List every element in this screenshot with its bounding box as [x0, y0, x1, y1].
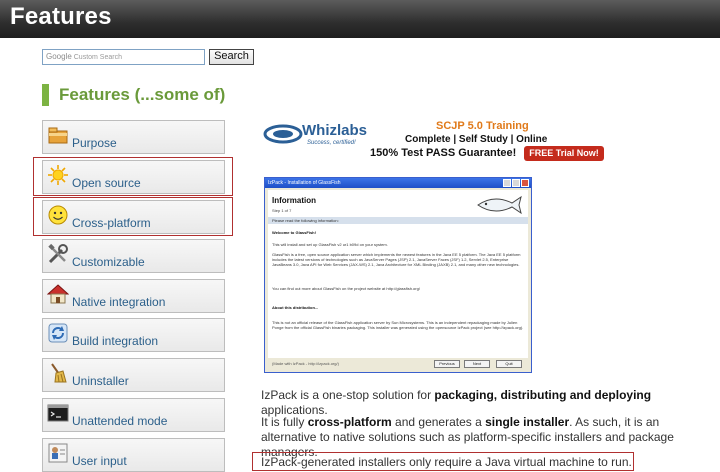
feature-label: Purpose	[72, 136, 117, 150]
search-button[interactable]: Search	[209, 49, 254, 65]
feature-label: Native integration	[72, 295, 166, 309]
fish-logo-icon	[477, 195, 522, 215]
installer-about: About this distribution...	[272, 305, 319, 310]
google-logo-text: Google	[46, 52, 72, 61]
installer-panel: Information Step 1 of 7 Please read the …	[268, 190, 528, 370]
search-input[interactable]: Google Custom Search	[42, 49, 205, 65]
ad-guarantee: 150% Test PASS Guarantee!	[370, 147, 517, 159]
installer-line3: You can find out more about GlassFish on…	[272, 286, 420, 291]
intro-paragraph: IzPack is a one-stop solution for packag…	[261, 388, 711, 418]
text: IzPack is a one-stop solution for	[261, 388, 435, 402]
feature-item-user-input[interactable]: User input	[42, 438, 225, 472]
installer-quit-button: Quit	[496, 360, 522, 368]
ad-headline: SCJP 5.0 Training	[436, 120, 529, 132]
installer-step: Step 1 of 7	[272, 208, 292, 213]
whizlabs-ad-banner[interactable]: Whizlabs Success, certified! SCJP 5.0 Tr…	[260, 118, 606, 166]
search-placeholder: Custom Search	[73, 54, 122, 61]
whizlabs-logo-icon	[263, 124, 303, 144]
highlight-open-source	[33, 157, 233, 196]
installer-line1: This will install and set up GlassFish v…	[272, 242, 388, 247]
broom-icon	[51, 363, 67, 383]
feature-item-purpose[interactable]: Purpose	[42, 120, 225, 154]
installer-titlebar: IzPack - Installation of GlassFish	[265, 178, 531, 188]
section-title: Features (...some of)	[42, 84, 225, 106]
installer-welcome: Welcome to GlassFish!	[272, 230, 316, 235]
installer-screenshot: IzPack - Installation of GlassFish Infor…	[264, 177, 532, 373]
installer-line4: This is not an official release of the G…	[272, 320, 524, 330]
feature-label: User input	[72, 454, 127, 468]
jvm-requirement-note: IzPack-generated installers only require…	[252, 452, 634, 471]
feature-item-build-integration[interactable]: Build integration	[42, 318, 225, 352]
emphasis: single installer	[485, 415, 570, 429]
feature-label: Customizable	[72, 255, 145, 269]
highlight-cross-platform	[33, 197, 233, 236]
ad-brand: Whizlabs	[302, 122, 368, 139]
feature-item-native-integration[interactable]: Native integration	[42, 279, 225, 313]
installer-previous-button: Previous	[434, 360, 460, 368]
refresh-icon	[48, 323, 68, 343]
emphasis: packaging, distributing and deploying	[434, 388, 652, 402]
installer-prompt: Please read the following information:	[268, 217, 528, 224]
feature-label: Build integration	[72, 334, 159, 348]
text: and generates a	[391, 415, 486, 429]
header-bar: Features	[0, 0, 720, 38]
tools-icon	[48, 243, 68, 264]
feature-item-uninstaller[interactable]: Uninstaller	[42, 358, 225, 392]
jvm-requirement-text: IzPack-generated installers only require…	[261, 455, 632, 469]
feature-label: Unattended mode	[72, 414, 168, 428]
terminal-icon	[47, 404, 69, 422]
text: It is fully	[261, 415, 308, 429]
feature-item-customizable[interactable]: Customizable	[42, 239, 225, 273]
page-title: Features	[10, 3, 112, 30]
user-form-icon	[48, 443, 68, 463]
maximize-icon	[512, 179, 520, 187]
close-icon	[521, 179, 529, 187]
ad-subline: Complete | Self Study | Online	[405, 134, 548, 145]
folder-icon	[48, 127, 68, 144]
house-icon	[47, 284, 69, 304]
installer-window-title: IzPack - Installation of GlassFish	[268, 180, 341, 186]
ad-tagline: Success, certified!	[307, 140, 356, 146]
emphasis: cross-platform	[307, 415, 392, 429]
installer-next-button: Next	[464, 360, 490, 368]
installer-heading: Information	[272, 196, 316, 205]
minimize-icon	[503, 179, 511, 187]
feature-label: Uninstaller	[72, 374, 129, 388]
feature-item-unattended-mode[interactable]: Unattended mode	[42, 398, 225, 432]
installer-line2: GlassFish is a free, open source applica…	[272, 252, 521, 267]
ad-cta-button[interactable]: FREE Trial Now!	[524, 146, 604, 161]
